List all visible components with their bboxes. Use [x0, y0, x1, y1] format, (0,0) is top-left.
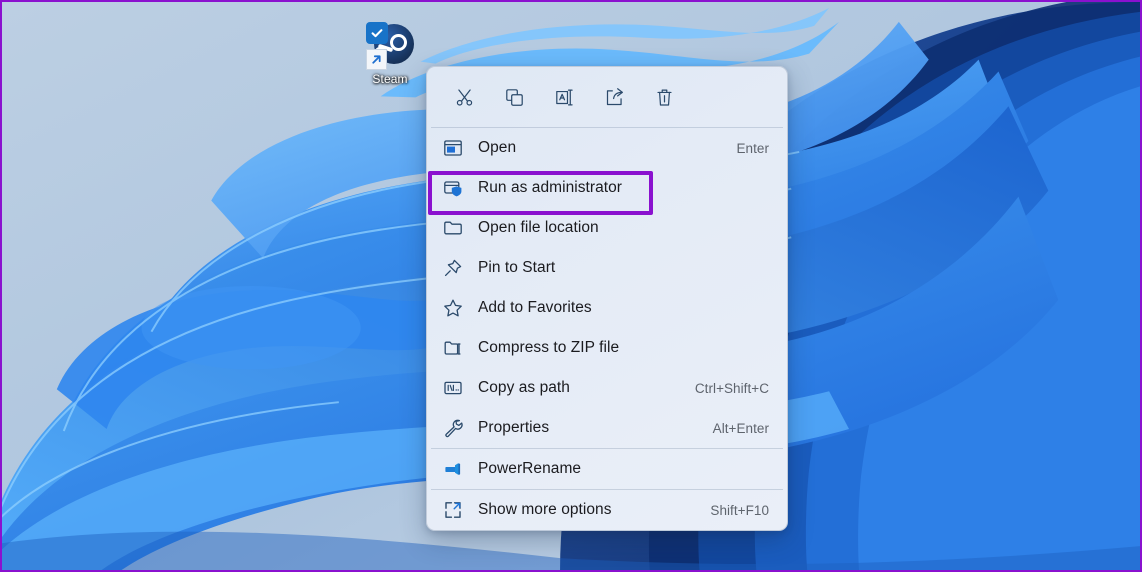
menu-item-run-as-administrator[interactable]: Run as administrator — [427, 168, 787, 208]
steam-logo-ring — [390, 34, 407, 51]
folder-icon — [443, 216, 473, 240]
powerrename-icon — [443, 457, 473, 481]
desktop-icon-steam[interactable]: Steam — [354, 22, 426, 87]
shortcut-arrow-icon — [366, 49, 387, 70]
rename-icon[interactable] — [539, 78, 589, 116]
menu-item-show-more-options[interactable]: Show more options Shift+F10 — [427, 490, 787, 530]
menu-item-label: PowerRename — [478, 460, 582, 477]
menu-item-accelerator: Enter — [736, 140, 769, 156]
pin-icon — [443, 256, 473, 280]
menu-item-pin-to-start[interactable]: Pin to Start — [427, 248, 787, 288]
menu-item-label: Open — [478, 139, 517, 156]
desktop-icon-label: Steam — [372, 72, 408, 86]
menu-item-powerrename[interactable]: PowerRename — [427, 449, 787, 489]
menu-item-label: Show more options — [478, 501, 612, 518]
desktop-screen: Steam Open Enter Run as administrator Op… — [0, 0, 1142, 572]
menu-item-label: Copy as path — [478, 379, 570, 396]
menu-item-label: Add to Favorites — [478, 299, 592, 316]
copy-path-icon — [443, 376, 473, 400]
menu-item-properties[interactable]: Properties Alt+Enter — [427, 408, 787, 448]
menu-item-compress-to-zip[interactable]: Compress to ZIP file — [427, 328, 787, 368]
menu-item-label: Properties — [478, 419, 550, 436]
wrench-icon — [443, 416, 473, 440]
delete-icon[interactable] — [639, 78, 689, 116]
onedrive-synced-check-icon — [366, 22, 388, 44]
menu-item-open[interactable]: Open Enter — [427, 128, 787, 168]
star-icon — [443, 296, 473, 320]
cut-icon[interactable] — [439, 78, 489, 116]
copy-icon[interactable] — [489, 78, 539, 116]
menu-item-label: Open file location — [478, 219, 599, 236]
menu-item-label: Run as administrator — [478, 179, 623, 196]
context-menu-toolbar[interactable] — [427, 67, 787, 127]
zip-folder-icon — [443, 336, 473, 360]
open-window-icon — [443, 136, 473, 160]
menu-item-accelerator: Alt+Enter — [712, 420, 769, 436]
menu-item-open-file-location[interactable]: Open file location — [427, 208, 787, 248]
context-menu[interactable]: Open Enter Run as administrator Open fil… — [426, 66, 788, 531]
menu-item-label: Pin to Start — [478, 259, 556, 276]
menu-item-copy-as-path[interactable]: Copy as path Ctrl+Shift+C — [427, 368, 787, 408]
shield-admin-icon — [443, 176, 473, 200]
menu-item-add-to-favorites[interactable]: Add to Favorites — [427, 288, 787, 328]
menu-item-accelerator: Shift+F10 — [710, 502, 769, 518]
show-more-options-icon — [443, 498, 473, 522]
menu-item-accelerator: Ctrl+Shift+C — [694, 380, 769, 396]
menu-item-label: Compress to ZIP file — [478, 339, 620, 356]
steam-icon[interactable] — [366, 22, 414, 70]
share-icon[interactable] — [589, 78, 639, 116]
